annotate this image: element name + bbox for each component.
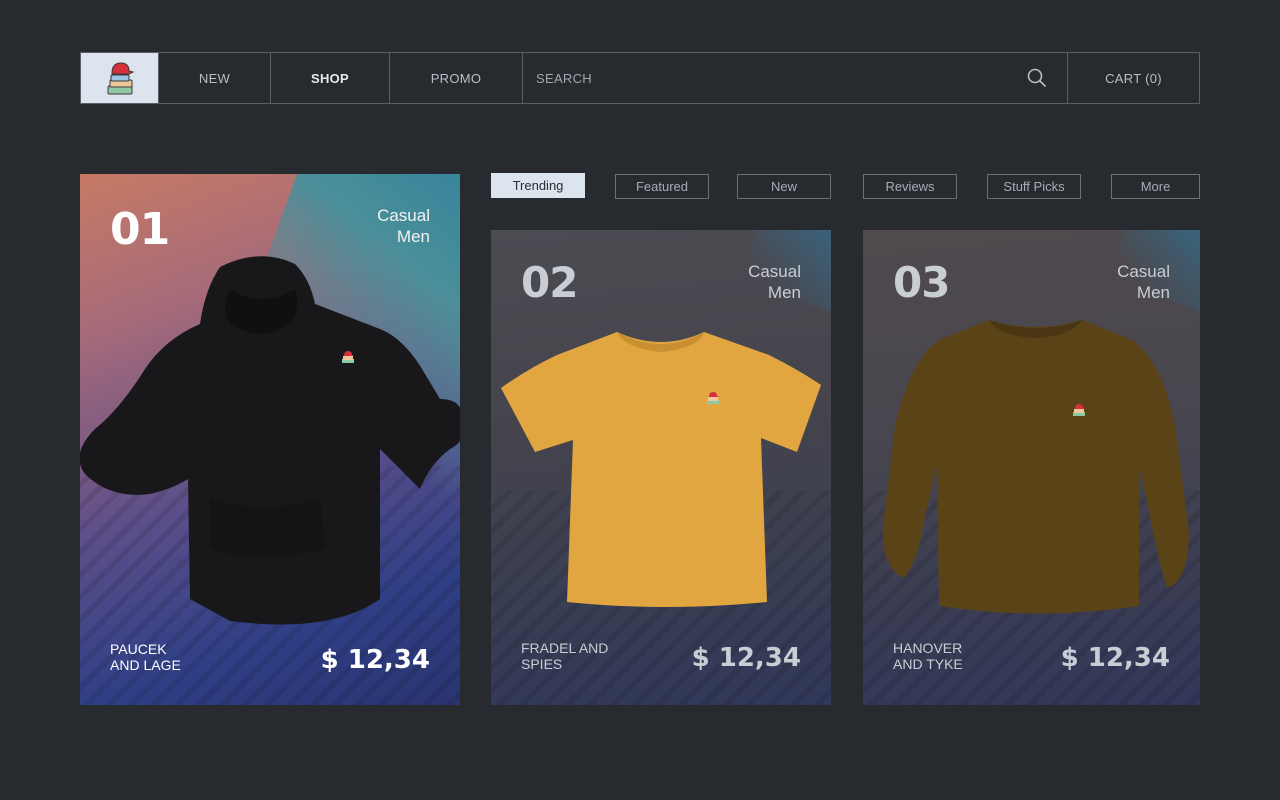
- category-line: Casual: [1117, 262, 1170, 281]
- product-number: 03: [893, 258, 950, 307]
- product-card[interactable]: 01 Casual Men PAUCEK AND LAGE $ 12,34: [80, 174, 460, 705]
- tab-new[interactable]: New: [737, 174, 831, 199]
- product-card[interactable]: 02 Casual Men FRADEL AND SPIES $ 12,34: [491, 230, 831, 705]
- brand-line: FRADEL AND: [521, 640, 609, 656]
- sweater-icon: [882, 320, 1189, 614]
- brand-line: AND LAGE: [110, 657, 181, 673]
- clothing-stack-logo-icon: [107, 62, 134, 95]
- nav-shop[interactable]: SHOP: [271, 53, 390, 103]
- nav-promo[interactable]: PROMO: [390, 53, 523, 103]
- product-category: Casual Men: [748, 261, 801, 303]
- category-line: Men: [1136, 283, 1170, 302]
- tab-reviews[interactable]: Reviews: [863, 174, 957, 199]
- nav-new[interactable]: NEW: [159, 53, 271, 103]
- tab-featured[interactable]: Featured: [615, 174, 709, 199]
- tab-more[interactable]: More: [1111, 174, 1200, 199]
- category-line: Casual: [377, 206, 430, 225]
- search-input[interactable]: SEARCH: [536, 71, 592, 86]
- product-brand: HANOVER AND TYKE: [893, 640, 963, 672]
- product-price: $ 12,34: [691, 643, 801, 673]
- tshirt-icon: [501, 332, 821, 607]
- brand-line: PAUCEK: [110, 641, 167, 657]
- product-price: $ 12,34: [1060, 643, 1170, 673]
- brand-line: SPIES: [521, 656, 563, 672]
- filter-tabs: Trending Featured New Reviews Stuff Pick…: [491, 173, 1200, 199]
- category-line: Men: [396, 227, 430, 246]
- search-icon[interactable]: [1027, 68, 1047, 88]
- tab-trending[interactable]: Trending: [491, 173, 585, 198]
- product-category: Casual Men: [1117, 261, 1170, 303]
- category-line: Men: [767, 283, 801, 302]
- brand-line: AND TYKE: [893, 656, 963, 672]
- category-line: Casual: [748, 262, 801, 281]
- search-bar[interactable]: SEARCH: [523, 53, 1068, 103]
- cart-button[interactable]: CART (0): [1068, 53, 1199, 103]
- top-nav: NEW SHOP PROMO SEARCH CART (0): [80, 52, 1200, 104]
- product-category: Casual Men: [377, 205, 430, 247]
- product-number: 02: [521, 258, 578, 307]
- hoodie-icon: [80, 256, 460, 625]
- brand-line: HANOVER: [893, 640, 963, 656]
- logo[interactable]: [81, 53, 159, 103]
- product-brand: PAUCEK AND LAGE: [110, 641, 181, 673]
- product-card[interactable]: 03 Casual Men HANOVER AND TYKE $ 12,34: [863, 230, 1200, 705]
- product-price: $ 12,34: [320, 645, 430, 675]
- product-brand: FRADEL AND SPIES: [521, 640, 608, 672]
- tab-stuff-picks[interactable]: Stuff Picks: [987, 174, 1081, 199]
- product-number: 01: [110, 204, 170, 255]
